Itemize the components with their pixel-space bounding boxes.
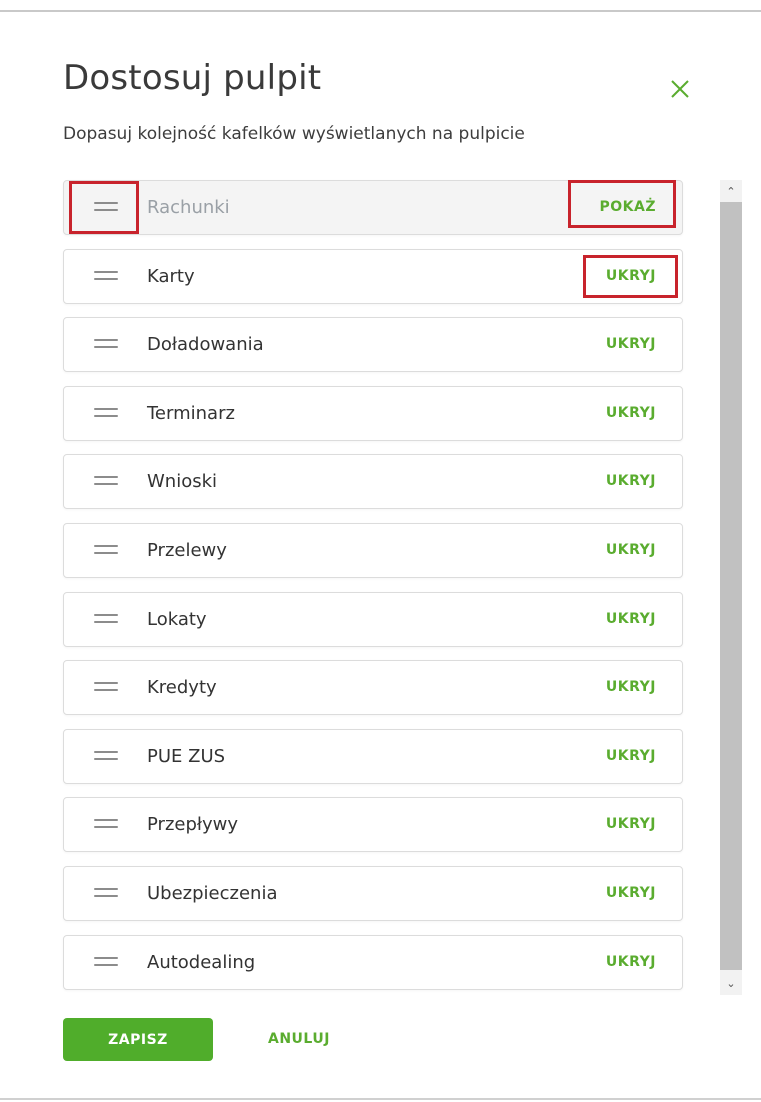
tile-label: Terminarz xyxy=(147,403,235,424)
tile-row[interactable]: Terminarz UKRYJ xyxy=(63,386,683,441)
tile-label: Ubezpieczenia xyxy=(147,883,278,904)
tile-label: Przepływy xyxy=(147,814,239,835)
drag-handle-icon[interactable] xyxy=(94,476,118,488)
scrollbar-thumb[interactable] xyxy=(720,202,742,970)
save-button[interactable]: ZAPISZ xyxy=(63,1018,213,1061)
dialog-subtitle: Dopasuj kolejność kafelków wyświetlanych… xyxy=(63,124,525,144)
hide-tile-button[interactable]: UKRYJ xyxy=(606,816,656,832)
hide-tile-button[interactable]: UKRYJ xyxy=(606,954,656,970)
tile-row[interactable]: Rachunki POKAŻ xyxy=(63,180,683,235)
scroll-down-button[interactable]: ⌄ xyxy=(720,974,742,994)
dialog-title: Dostosuj pulpit xyxy=(63,58,322,98)
drag-handle-icon[interactable] xyxy=(94,545,118,557)
tile-label: PUE ZUS xyxy=(147,746,226,767)
tile-row[interactable]: Lokaty UKRYJ xyxy=(63,592,683,647)
drag-handle-icon[interactable] xyxy=(94,888,118,900)
hide-tile-button[interactable]: UKRYJ xyxy=(606,405,656,421)
chevron-up-icon: ⌃ xyxy=(726,185,736,198)
hide-tile-button[interactable]: UKRYJ xyxy=(606,611,656,627)
dialog-bottom-border xyxy=(0,1098,761,1100)
tile-row[interactable]: Przelewy UKRYJ xyxy=(63,523,683,578)
tile-row[interactable]: Kredyty UKRYJ xyxy=(63,660,683,715)
drag-handle-icon[interactable] xyxy=(94,751,118,763)
hide-tile-button[interactable]: UKRYJ xyxy=(606,748,656,764)
hide-tile-button[interactable]: UKRYJ xyxy=(606,473,656,489)
scroll-up-button[interactable]: ⌃ xyxy=(720,182,742,202)
hide-tile-button[interactable]: UKRYJ xyxy=(606,542,656,558)
tile-label: Rachunki xyxy=(147,197,230,218)
dialog-top-border xyxy=(0,10,761,12)
hide-tile-button[interactable]: UKRYJ xyxy=(606,885,656,901)
drag-handle-icon[interactable] xyxy=(94,339,118,351)
drag-handle-icon[interactable] xyxy=(94,202,118,214)
tile-row[interactable]: Karty UKRYJ xyxy=(63,249,683,304)
tile-label: Doładowania xyxy=(147,334,264,355)
tile-label: Przelewy xyxy=(147,540,227,561)
tile-label: Autodealing xyxy=(147,952,256,973)
hide-tile-button[interactable]: UKRYJ xyxy=(606,679,656,695)
drag-handle-icon[interactable] xyxy=(94,682,118,694)
hide-tile-button[interactable]: UKRYJ xyxy=(606,268,656,284)
close-icon xyxy=(671,80,689,98)
tile-label: Wnioski xyxy=(147,471,218,492)
chevron-down-icon: ⌄ xyxy=(726,977,736,990)
tile-row[interactable]: Przepływy UKRYJ xyxy=(63,797,683,852)
tile-row[interactable]: Autodealing UKRYJ xyxy=(63,935,683,990)
drag-handle-icon[interactable] xyxy=(94,271,118,283)
close-button[interactable] xyxy=(667,76,693,102)
tile-label: Karty xyxy=(147,266,195,287)
hide-tile-button[interactable]: UKRYJ xyxy=(606,336,656,352)
drag-handle-icon[interactable] xyxy=(94,957,118,969)
tile-row[interactable]: Wnioski UKRYJ xyxy=(63,454,683,509)
tile-row[interactable]: Ubezpieczenia UKRYJ xyxy=(63,866,683,921)
cancel-button[interactable]: ANULUJ xyxy=(268,1031,330,1047)
drag-handle-icon[interactable] xyxy=(94,408,118,420)
tile-label: Kredyty xyxy=(147,677,217,698)
tile-row[interactable]: Doładowania UKRYJ xyxy=(63,317,683,372)
drag-handle-icon[interactable] xyxy=(94,819,118,831)
tile-row[interactable]: PUE ZUS UKRYJ xyxy=(63,729,683,784)
drag-handle-icon[interactable] xyxy=(94,614,118,626)
tile-label: Lokaty xyxy=(147,609,207,630)
show-tile-button[interactable]: POKAŻ xyxy=(600,199,657,215)
